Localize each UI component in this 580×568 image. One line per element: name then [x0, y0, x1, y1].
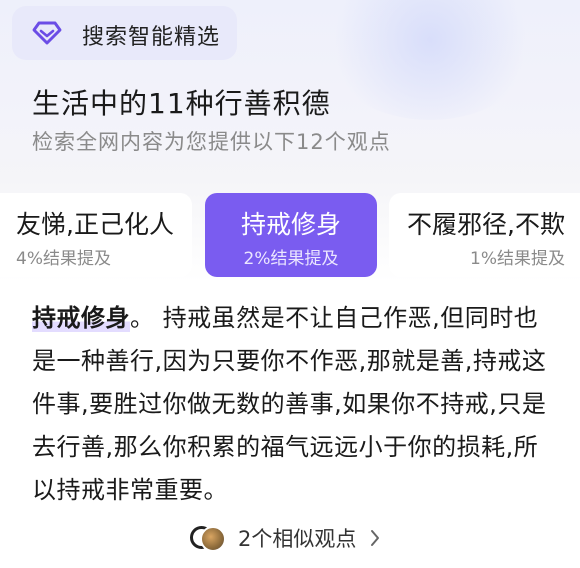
diamond-icon: [32, 21, 62, 45]
viewpoint-content: 持戒修身。 持戒虽然是不让自己作恶,但同时也是一种善行,因为只要你不作恶,那就是…: [32, 297, 562, 512]
tab-mention-rate: 1%结果提及: [470, 249, 565, 269]
tab-label: 不履邪径,不欺: [407, 210, 565, 239]
summary-subtitle: 检索全网内容为您提供以下12个观点: [32, 130, 391, 154]
similar-viewpoints-link[interactable]: 2个相似观点: [190, 522, 380, 554]
smart-selection-header[interactable]: 搜索智能精选: [12, 6, 237, 60]
chevron-right-icon: [371, 530, 380, 546]
viewpoint-separator: 。: [130, 304, 155, 332]
avatar-stack: [190, 524, 226, 552]
tab-mention-rate: 2%结果提及: [243, 249, 339, 269]
viewpoint-body: 持戒虽然是不让自己作恶,但同时也是一种善行,因为只要你不作恶,那就是善,持戒这件…: [32, 304, 547, 504]
tab-viewpoint-3[interactable]: 不履邪径,不欺 1%结果提及: [389, 193, 580, 277]
tab-viewpoint-1[interactable]: 友悌,正己化人 4%结果提及: [0, 193, 192, 277]
similar-viewpoints-label: 2个相似观点: [238, 527, 357, 551]
tab-mention-rate: 4%结果提及: [16, 249, 111, 269]
tab-label: 友悌,正己化人: [16, 210, 174, 239]
header-title: 搜索智能精选: [82, 25, 221, 50]
avatar: [200, 526, 226, 552]
smart-selection-card: 搜索智能精选 生活中的11种行善积德 检索全网内容为您提供以下12个观点 友悌,…: [0, 0, 580, 568]
viewpoint-highlight: 持戒修身: [32, 304, 130, 332]
tab-viewpoint-2-active[interactable]: 持戒修身 2%结果提及: [205, 193, 377, 277]
summary-title: 生活中的11种行善积德: [32, 87, 331, 120]
background-glow: [320, 0, 540, 120]
tab-label: 持戒修身: [240, 210, 341, 239]
